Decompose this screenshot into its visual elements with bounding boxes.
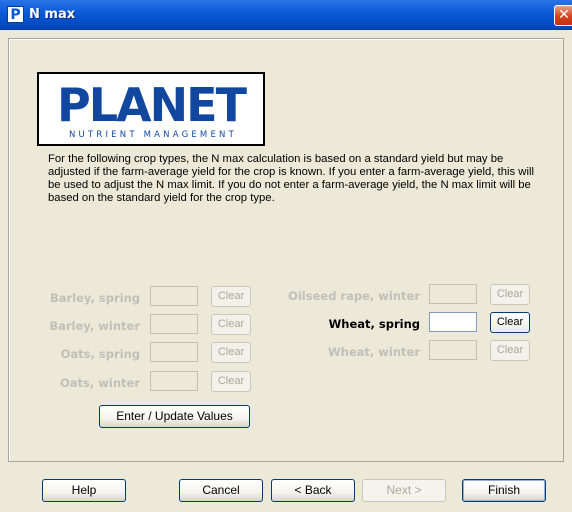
clear-button-barley-winter[interactable]: Clear	[211, 314, 251, 335]
crop-label-barley-winter: Barley, winter	[49, 319, 140, 333]
back-button[interactable]: < Back	[271, 479, 355, 502]
clear-button-wheat-winter[interactable]: Clear	[490, 340, 530, 361]
clear-button-oats-spring[interactable]: Clear	[211, 342, 251, 363]
next-button[interactable]: Next >	[362, 479, 446, 502]
crop-input-wheat-spring[interactable]	[429, 312, 477, 332]
crop-input-wheat-winter[interactable]	[429, 340, 477, 360]
finish-button[interactable]: Finish	[462, 479, 546, 502]
logo-subtitle: NUTRIENT MANAGEMENT	[69, 130, 237, 140]
title-bar: P N max ✕	[0, 0, 572, 30]
crop-input-oilseed-rape-winter[interactable]	[429, 284, 477, 304]
crop-input-oats-winter[interactable]	[150, 371, 198, 391]
crop-label-oats-winter: Oats, winter	[60, 376, 140, 390]
logo-word: PLANET	[57, 78, 247, 132]
crop-label-oats-spring: Oats, spring	[60, 347, 140, 361]
clear-button-wheat-spring[interactable]: Clear	[490, 312, 530, 333]
crop-input-oats-spring[interactable]	[150, 342, 198, 362]
description-text: For the following crop types, the N max …	[48, 153, 534, 204]
crop-input-barley-spring[interactable]	[150, 286, 198, 306]
crop-label-barley-spring: Barley, spring	[49, 291, 140, 305]
enter-update-values-button[interactable]: Enter / Update Values	[99, 405, 250, 428]
planet-logo: PLANET NUTRIENT MANAGEMENT	[37, 72, 265, 146]
cancel-button[interactable]: Cancel	[179, 479, 263, 502]
clear-button-barley-spring[interactable]: Clear	[211, 286, 251, 307]
crop-label-wheat-spring: Wheat, spring	[328, 317, 420, 331]
crop-label-oilseed-rape-winter: Oilseed rape, winter	[288, 289, 420, 303]
crop-label-wheat-winter: Wheat, winter	[327, 345, 420, 359]
clear-button-oats-winter[interactable]: Clear	[211, 371, 251, 392]
window-title: N max	[29, 7, 76, 22]
help-button[interactable]: Help	[42, 479, 126, 502]
app-icon: P	[7, 6, 24, 23]
clear-button-oilseed-rape-winter[interactable]: Clear	[490, 284, 530, 305]
close-button[interactable]: ✕	[554, 5, 572, 26]
crop-input-barley-winter[interactable]	[150, 314, 198, 334]
